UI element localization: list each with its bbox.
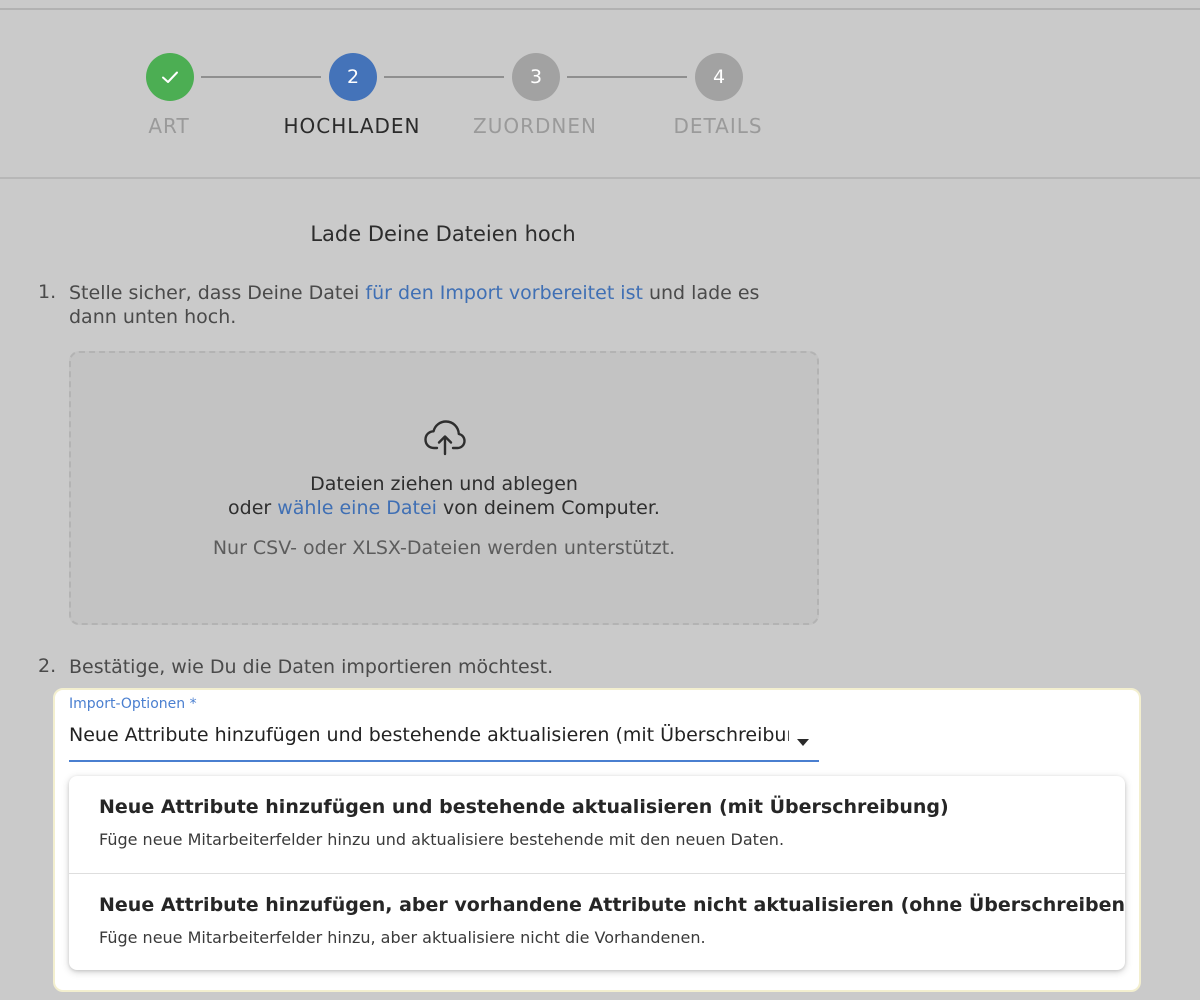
file-dropzone[interactable]: Dateien ziehen und ablegen oder wähle ei… [69, 351, 819, 625]
import-options-panel: Import-Optionen * Neue Attribute hinzufü… [53, 688, 1141, 992]
instruction-1-text: Stelle sicher, dass Deine Datei für den … [69, 281, 809, 329]
instruction-2-number: 2. [38, 655, 57, 677]
step-1-circle [146, 53, 194, 101]
step-4-number: 4 [712, 66, 726, 88]
step-3-label: ZUORDNEN [473, 114, 597, 138]
step-connector [567, 76, 687, 78]
option-description: Füge neue Mitarbeiterfelder hinzu und ak… [99, 830, 785, 849]
step-4-circle: 4 [695, 53, 743, 101]
check-icon [160, 69, 180, 85]
import-options-selected-value: Neue Attribute hinzufügen und bestehende… [69, 724, 789, 746]
import-option-overwrite[interactable]: Neue Attribute hinzufügen und bestehende… [69, 776, 1125, 873]
top-border [0, 0, 1200, 10]
step-connector [384, 76, 504, 78]
dropzone-line-1: Dateien ziehen und ablegen [310, 473, 578, 495]
step-4-label: DETAILS [673, 114, 763, 138]
step-2-circle: 2 [329, 53, 377, 101]
dropzone-line-2: oder wähle eine Datei von deinem Compute… [71, 497, 817, 519]
step-3-number: 3 [529, 66, 543, 88]
caret-down-icon[interactable] [797, 732, 809, 746]
upload-title: Lade Deine Dateien hoch [310, 222, 576, 246]
import-options-select[interactable]: Neue Attribute hinzufügen und bestehende… [69, 720, 819, 762]
step-2-label: HOCHLADEN [283, 114, 421, 138]
dropzone-line-2-after: von deinem Computer. [436, 497, 660, 519]
choose-file-link[interactable]: wähle eine Datei [277, 497, 437, 519]
import-wizard-page: 2 3 4 ART HOCHLADEN ZUORDNEN DETAILS Lad… [0, 0, 1200, 1000]
step-2-number: 2 [346, 66, 360, 88]
instruction-1-number: 1. [38, 281, 57, 303]
import-options-menu: Neue Attribute hinzufügen und bestehende… [69, 776, 1125, 970]
import-preparation-link[interactable]: für den Import vorbereitet ist [365, 282, 643, 304]
import-option-no-overwrite[interactable]: Neue Attribute hinzufügen, aber vorhande… [69, 873, 1125, 970]
stepper-divider [0, 177, 1200, 179]
instruction-1-text-before: Stelle sicher, dass Deine Datei [69, 282, 366, 304]
instruction-2-text: Bestätige, wie Du die Daten importieren … [69, 656, 554, 678]
import-options-label: Import-Optionen * [69, 696, 197, 712]
option-description: Füge neue Mitarbeiterfelder hinzu, aber … [99, 928, 706, 947]
cloud-upload-icon [423, 417, 467, 457]
step-connector [201, 76, 321, 78]
option-title: Neue Attribute hinzufügen, aber vorhande… [99, 894, 1125, 916]
option-title: Neue Attribute hinzufügen und bestehende… [99, 796, 949, 818]
step-1-label: ART [148, 114, 190, 138]
step-3-circle: 3 [512, 53, 560, 101]
dropzone-line-2-before: oder [228, 497, 278, 519]
supported-formats-hint: Nur CSV- oder XLSX-Dateien werden unters… [212, 537, 676, 559]
